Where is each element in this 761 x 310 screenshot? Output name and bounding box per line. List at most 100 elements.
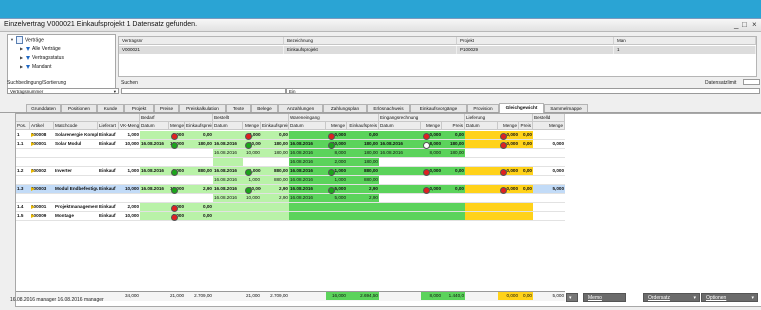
cell-bd-ek[interactable]: [185, 176, 213, 184]
cell-lieferart[interactable]: Einkauf: [98, 131, 119, 139]
tab-texte[interactable]: Texte: [226, 104, 251, 112]
cell-lieferart[interactable]: Einkauf: [98, 203, 119, 211]
cell-er-preis[interactable]: [442, 194, 465, 202]
cell-li-datum[interactable]: [465, 167, 498, 175]
cell-be-datum[interactable]: 16.08.2016: [213, 167, 243, 175]
cell-be-menge[interactable]: 10,000: [243, 149, 261, 157]
mode-select[interactable]: [121, 88, 286, 94]
cell-be-ek[interactable]: 180,00: [261, 149, 289, 157]
cell-li-preis[interactable]: [519, 158, 533, 166]
cell-artikel[interactable]: [30, 149, 54, 157]
cell-artikel[interactable]: [30, 176, 54, 184]
cell-li-preis[interactable]: [519, 212, 533, 220]
cell-li-preis[interactable]: 0,00: [519, 140, 533, 148]
cell-vk[interactable]: 2,000: [119, 203, 140, 211]
cell-vk[interactable]: [119, 158, 140, 166]
cell-vk[interactable]: 10,000: [119, 185, 140, 193]
cell-pos[interactable]: [16, 158, 30, 166]
cell-be-datum[interactable]: [213, 131, 243, 139]
tree-item-vertraege[interactable]: ▼ Verträge: [10, 36, 44, 44]
cell-er-datum[interactable]: [379, 176, 421, 184]
cell-be-datum[interactable]: [213, 203, 243, 211]
cell-er-preis[interactable]: [442, 212, 465, 220]
cell-bl-menge[interactable]: [533, 131, 565, 139]
cell-pos[interactable]: 1.4: [16, 203, 30, 211]
cell-we-ek[interactable]: 180,00: [347, 158, 379, 166]
column-header-man[interactable]: Man: [614, 37, 756, 45]
cell-pos[interactable]: 1.5: [16, 212, 30, 220]
cell-li-menge[interactable]: [498, 194, 519, 202]
cell-be-datum[interactable]: 16.08.2016: [213, 176, 243, 184]
cell-matchcode[interactable]: Solar Modul: [54, 140, 98, 148]
cell-er-menge[interactable]: 8,000: [421, 149, 442, 157]
cell-bd-datum[interactable]: [140, 212, 169, 220]
tab-grunddaten[interactable]: Grunddaten: [26, 104, 61, 112]
column-header[interactable]: Matchcode: [54, 122, 98, 130]
cell-er-menge[interactable]: [421, 203, 442, 211]
cell-bezeichnung[interactable]: Einkaufsprojekt: [284, 46, 457, 54]
tab-sammelmappe[interactable]: Sammelmappe: [544, 104, 588, 112]
column-header[interactable]: Einkaufspreis: [185, 122, 213, 130]
tab-kunde[interactable]: Kunde: [97, 104, 124, 112]
cell-artikel[interactable]: [30, 158, 54, 166]
cell-er-menge[interactable]: [421, 176, 442, 184]
cell-li-datum[interactable]: [465, 149, 498, 157]
cell-matchcode[interactable]: [54, 194, 98, 202]
cell-bl-menge[interactable]: [533, 158, 565, 166]
cell-er-menge[interactable]: [421, 158, 442, 166]
cell-we-menge[interactable]: 1,000: [326, 176, 347, 184]
cell-be-datum[interactable]: [213, 158, 243, 166]
column-header[interactable]: Einkaufspreis: [347, 122, 379, 130]
cell-pos[interactable]: 1.3: [16, 185, 30, 193]
cell-be-datum[interactable]: 16.08.2016: [213, 149, 243, 157]
cell-bd-ek[interactable]: 0,00: [185, 131, 213, 139]
cell-be-ek[interactable]: 880,00: [261, 176, 289, 184]
link-arrow-icon[interactable]: [31, 187, 35, 191]
cell-be-ek[interactable]: [261, 158, 289, 166]
cell-er-datum[interactable]: 16.08.2016: [379, 149, 421, 157]
column-header[interactable]: Menge: [533, 122, 565, 130]
column-header[interactable]: Datum: [140, 122, 169, 130]
minimize-icon[interactable]: _: [734, 20, 738, 29]
cell-er-menge[interactable]: [421, 194, 442, 202]
cell-be-ek[interactable]: 0,00: [261, 131, 289, 139]
cell-we-datum[interactable]: 16.08.2016: [289, 194, 326, 202]
cell-bl-menge[interactable]: 0,000: [533, 140, 565, 148]
link-arrow-icon[interactable]: [31, 214, 35, 218]
cell-bd-ek[interactable]: [185, 149, 213, 157]
cell-be-datum[interactable]: [213, 212, 243, 220]
tab-zahlungsplan[interactable]: Zahlungsplan: [323, 104, 367, 112]
cell-be-menge[interactable]: [243, 158, 261, 166]
cell-we-menge[interactable]: 2,000: [326, 158, 347, 166]
cell-we-datum[interactable]: 16.08.2016: [289, 176, 326, 184]
cell-li-datum[interactable]: [465, 203, 498, 211]
cell-er-datum[interactable]: [379, 203, 421, 211]
cell-bd-menge[interactable]: [169, 149, 185, 157]
cell-li-menge[interactable]: [498, 149, 519, 157]
cell-lieferart[interactable]: Einkauf: [98, 212, 119, 220]
link-arrow-icon[interactable]: [31, 169, 35, 173]
cell-be-ek[interactable]: [261, 212, 289, 220]
cell-li-menge[interactable]: [498, 176, 519, 184]
cell-we-ek[interactable]: 180,00: [347, 149, 379, 157]
cell-we-ek[interactable]: 2,90: [347, 194, 379, 202]
column-header[interactable]: Menge: [326, 122, 347, 130]
cell-we-ek[interactable]: 2,90: [347, 185, 379, 193]
cell-we-datum[interactable]: [289, 212, 326, 220]
cell-we-menge[interactable]: [326, 212, 347, 220]
cell-we-ek[interactable]: 0,00: [347, 131, 379, 139]
column-header[interactable]: VK-Menge: [119, 122, 140, 130]
cell-li-menge[interactable]: [498, 158, 519, 166]
cell-be-ek[interactable]: 2,90: [261, 185, 289, 193]
cell-be-datum[interactable]: 16.08.2016: [213, 140, 243, 148]
cell-be-ek[interactable]: 880,00: [261, 167, 289, 175]
limit-input[interactable]: [743, 79, 760, 85]
tab-gleichgewicht[interactable]: Gleichgewicht: [499, 103, 544, 113]
cell-lieferart[interactable]: [98, 149, 119, 157]
close-icon[interactable]: ×: [752, 20, 757, 29]
cell-matchcode[interactable]: Solarenergie Komplettanlage: [54, 131, 98, 139]
cell-bd-datum[interactable]: [140, 149, 169, 157]
column-header[interactable]: Menge: [169, 122, 185, 130]
cell-we-menge[interactable]: 8,000: [326, 149, 347, 157]
cell-li-datum[interactable]: [465, 131, 498, 139]
